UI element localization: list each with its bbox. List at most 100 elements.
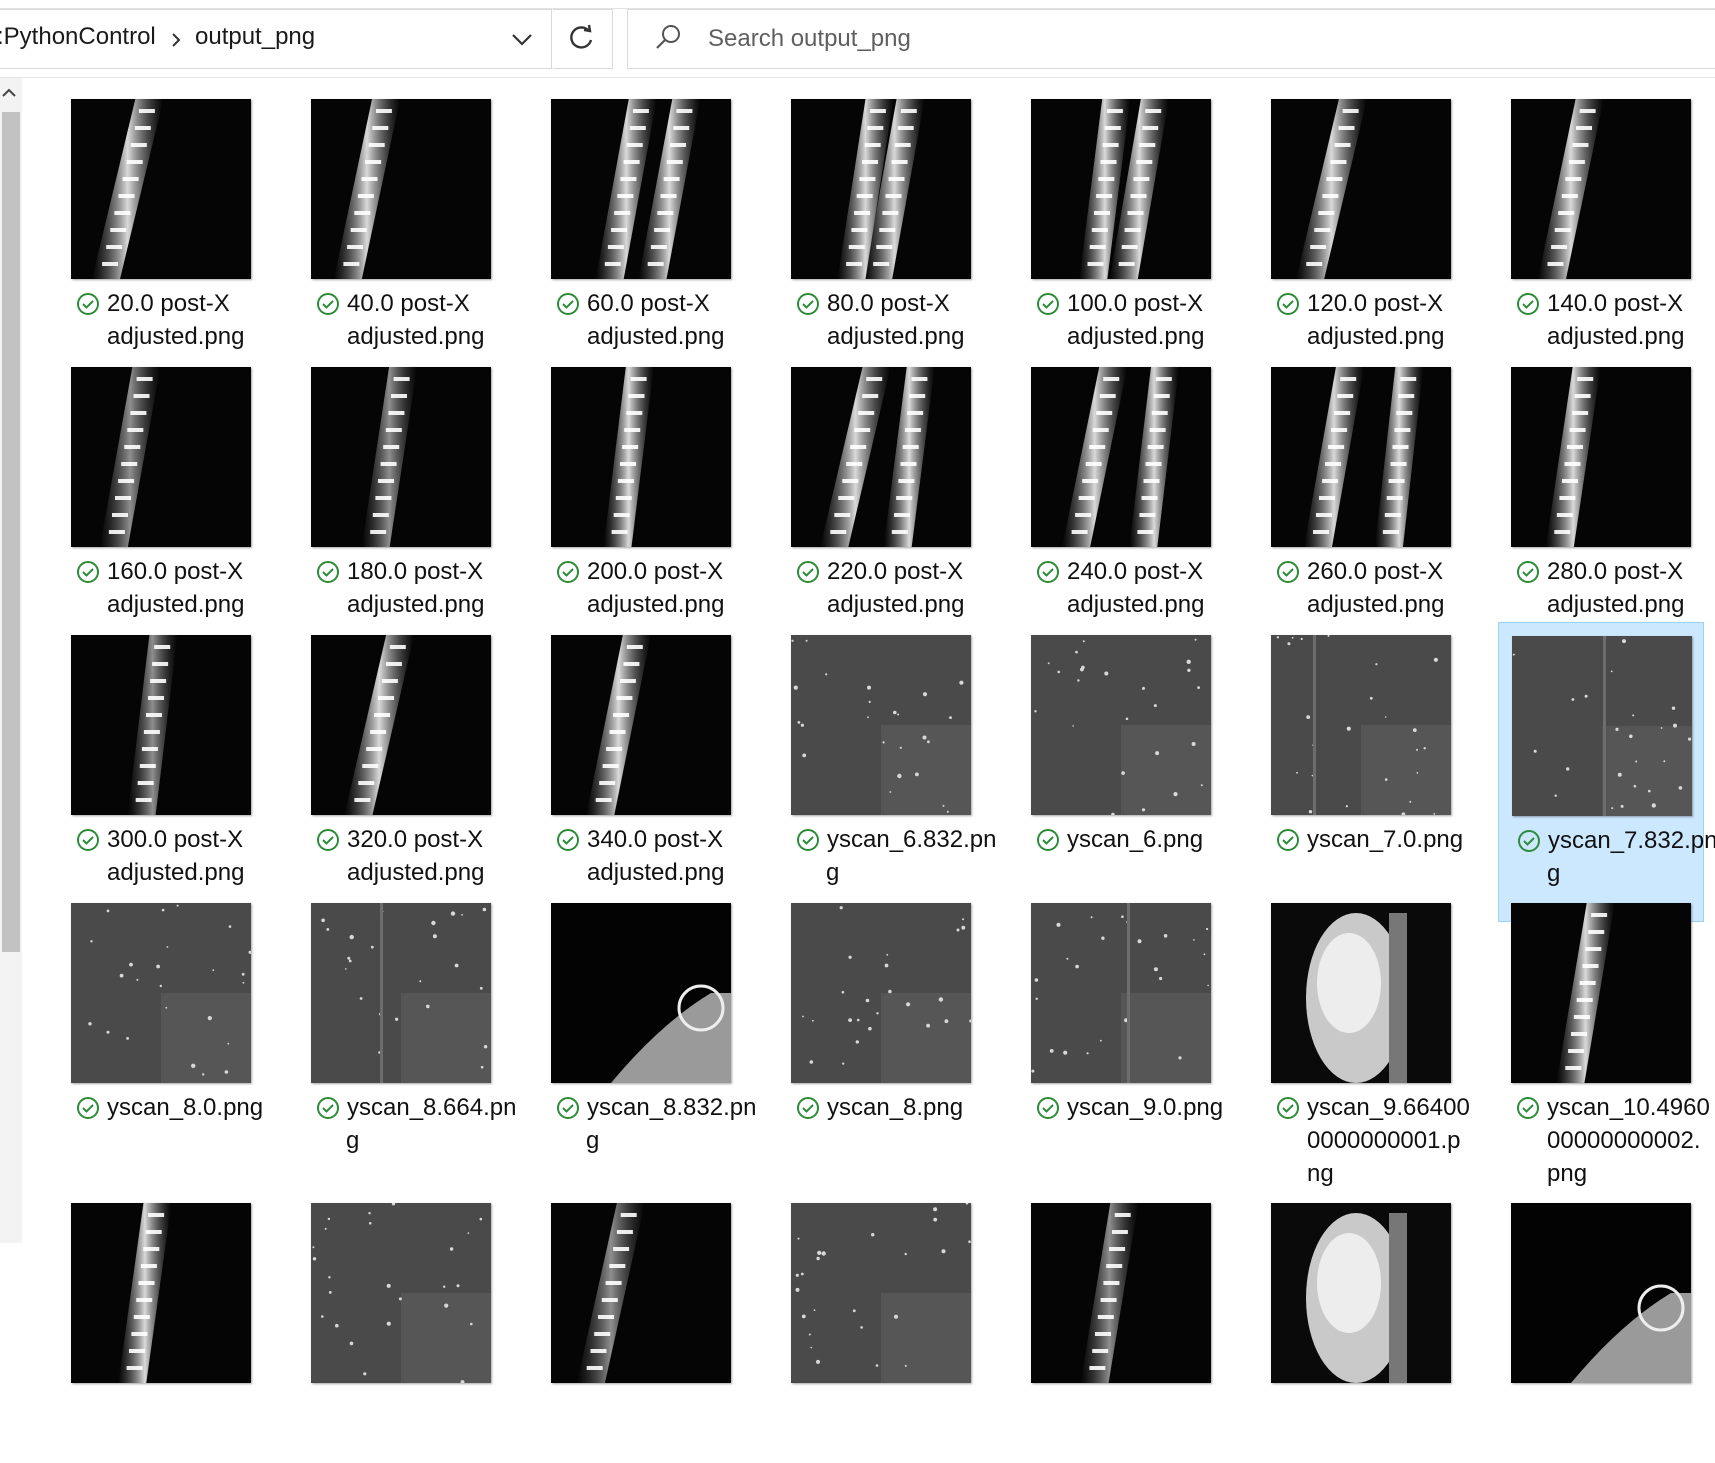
sync-status-check-icon	[316, 560, 340, 584]
file-thumbnail	[1511, 99, 1691, 279]
file-name-line1: yscan_8.664.pn	[347, 1094, 517, 1121]
sync-status-check-icon	[76, 1096, 100, 1120]
sync-status-check-icon	[556, 1096, 580, 1120]
file-tile[interactable]	[1031, 1203, 1231, 1463]
file-tile[interactable]: 60.0 post-X adjusted.png	[551, 99, 751, 359]
sync-status-check-icon	[1516, 1096, 1540, 1120]
file-tile[interactable]: yscan_7.832.pn g	[1498, 622, 1715, 922]
file-name-line1: 200.0 post-X	[587, 558, 724, 585]
file-tile[interactable]: yscan_9.0.png	[1031, 903, 1231, 1163]
file-name-line3: ng	[1307, 1160, 1334, 1187]
file-name-line2: adjusted.png	[587, 591, 725, 618]
file-tile[interactable]: 120.0 post-X adjusted.png	[1271, 99, 1471, 359]
file-tile[interactable]: yscan_6.832.pn g	[791, 635, 996, 895]
file-tile[interactable]: yscan_8.png	[791, 903, 991, 1163]
scroll-up-chevron-icon[interactable]	[0, 84, 18, 102]
refresh-button[interactable]	[553, 9, 613, 69]
file-thumbnail	[1031, 99, 1211, 279]
file-name-line2: g	[346, 1127, 360, 1154]
file-tile[interactable]: 140.0 post-X adjusted.png	[1511, 99, 1711, 359]
file-thumbnail	[1271, 903, 1451, 1083]
file-thumbnail	[1031, 1203, 1211, 1383]
file-thumbnail	[311, 903, 491, 1083]
file-name-line1: 120.0 post-X	[1307, 290, 1444, 317]
file-name-line1: yscan_9.66400	[1307, 1094, 1470, 1121]
file-name-line1: yscan_6.832.pn	[827, 826, 997, 853]
file-tile[interactable]: 220.0 post-X adjusted.png	[791, 367, 991, 627]
file-tile[interactable]: 40.0 post-X adjusted.png	[311, 99, 511, 359]
file-tile[interactable]: yscan_8.0.png	[71, 903, 271, 1163]
file-name-line2: adjusted.png	[1307, 323, 1445, 350]
file-tile[interactable]: 20.0 post-X adjusted.png	[71, 99, 271, 359]
file-tile[interactable]	[71, 1203, 271, 1463]
file-name-line2: adjusted.png	[827, 591, 965, 618]
sync-status-check-icon	[76, 560, 100, 584]
sync-status-check-icon	[1036, 292, 1060, 316]
file-tile[interactable]	[791, 1203, 991, 1463]
file-name-line2: adjusted.png	[107, 591, 245, 618]
file-name-line1: yscan_7.0.png	[1307, 826, 1464, 853]
sync-status-check-icon	[1036, 828, 1060, 852]
file-name-line3: png	[1547, 1160, 1588, 1187]
sync-status-check-icon	[316, 292, 340, 316]
file-thumbnail	[551, 99, 731, 279]
file-name-line2: adjusted.png	[347, 323, 485, 350]
file-thumbnail	[1511, 1203, 1691, 1383]
file-tile[interactable]: 160.0 post-X adjusted.png	[71, 367, 271, 627]
file-tile[interactable]	[551, 1203, 751, 1463]
breadcrumb-chevron-right-icon[interactable]	[165, 29, 187, 51]
sync-status-check-icon	[556, 828, 580, 852]
file-name-line2: adjusted.png	[1547, 323, 1685, 350]
file-tile[interactable]: 200.0 post-X adjusted.png	[551, 367, 751, 627]
file-tile[interactable]	[311, 1203, 511, 1463]
file-tile[interactable]: 240.0 post-X adjusted.png	[1031, 367, 1231, 627]
file-tile[interactable]: 280.0 post-X adjusted.png	[1511, 367, 1711, 627]
sync-status-check-icon	[1516, 292, 1540, 316]
breadcrumb-parent[interactable]: :PythonControl	[0, 23, 156, 51]
file-tile[interactable]: yscan_7.0.png	[1271, 635, 1471, 895]
file-tile[interactable]: yscan_8.832.pn g	[551, 903, 756, 1163]
file-name-line2: adjusted.png	[347, 591, 485, 618]
file-thumbnail	[551, 635, 731, 815]
scrollbar-thumb[interactable]	[2, 112, 20, 952]
file-tile[interactable]: yscan_10.4960 00000000002. png	[1511, 903, 1711, 1187]
file-thumbnail	[791, 1203, 971, 1383]
file-name-line1: 280.0 post-X	[1547, 558, 1684, 585]
address-bar[interactable]: :PythonControl output_png	[0, 9, 552, 69]
file-name-line1: 260.0 post-X	[1307, 558, 1444, 585]
file-name-line1: yscan_8.png	[827, 1094, 964, 1121]
sync-status-check-icon	[1276, 560, 1300, 584]
file-name-line1: 80.0 post-X	[827, 290, 950, 317]
file-tile[interactable]: yscan_6.png	[1031, 635, 1231, 895]
sync-status-check-icon	[1276, 292, 1300, 316]
file-thumbnail	[791, 367, 971, 547]
file-tile[interactable]: 300.0 post-X adjusted.png	[71, 635, 271, 895]
file-name-line1: yscan_9.0.png	[1067, 1094, 1224, 1121]
sync-status-check-icon	[556, 560, 580, 584]
file-tile[interactable]: 320.0 post-X adjusted.png	[311, 635, 511, 895]
sync-status-check-icon	[796, 292, 820, 316]
address-history-chevron-down-icon[interactable]	[500, 24, 544, 56]
file-tile[interactable]: 80.0 post-X adjusted.png	[791, 99, 991, 359]
file-tile[interactable]: 260.0 post-X adjusted.png	[1271, 367, 1471, 627]
breadcrumb-current[interactable]: output_png	[195, 23, 315, 51]
file-tile[interactable]: yscan_9.66400 0000000001.p ng	[1271, 903, 1471, 1187]
file-tile[interactable]: 340.0 post-X adjusted.png	[551, 635, 751, 895]
file-tile[interactable]	[1511, 1203, 1711, 1463]
file-thumbnail	[551, 1203, 731, 1383]
file-tile[interactable]: 100.0 post-X adjusted.png	[1031, 99, 1231, 359]
sync-status-check-icon	[1276, 1096, 1300, 1120]
file-tile[interactable]	[1271, 1203, 1471, 1463]
file-name-line2: g	[1547, 860, 1561, 887]
file-name-line2: adjusted.png	[107, 859, 245, 886]
file-thumbnail	[311, 99, 491, 279]
sync-status-check-icon	[76, 292, 100, 316]
file-tile[interactable]: 180.0 post-X adjusted.png	[311, 367, 511, 627]
search-box[interactable]: Search output_png	[627, 9, 1715, 69]
sync-status-check-icon	[796, 1096, 820, 1120]
file-tile[interactable]: yscan_8.664.png	[311, 903, 516, 1163]
file-thumbnail	[1031, 903, 1211, 1083]
file-thumbnail	[71, 635, 251, 815]
file-thumbnail	[71, 1203, 251, 1383]
search-input[interactable]: Search output_png	[708, 25, 911, 53]
